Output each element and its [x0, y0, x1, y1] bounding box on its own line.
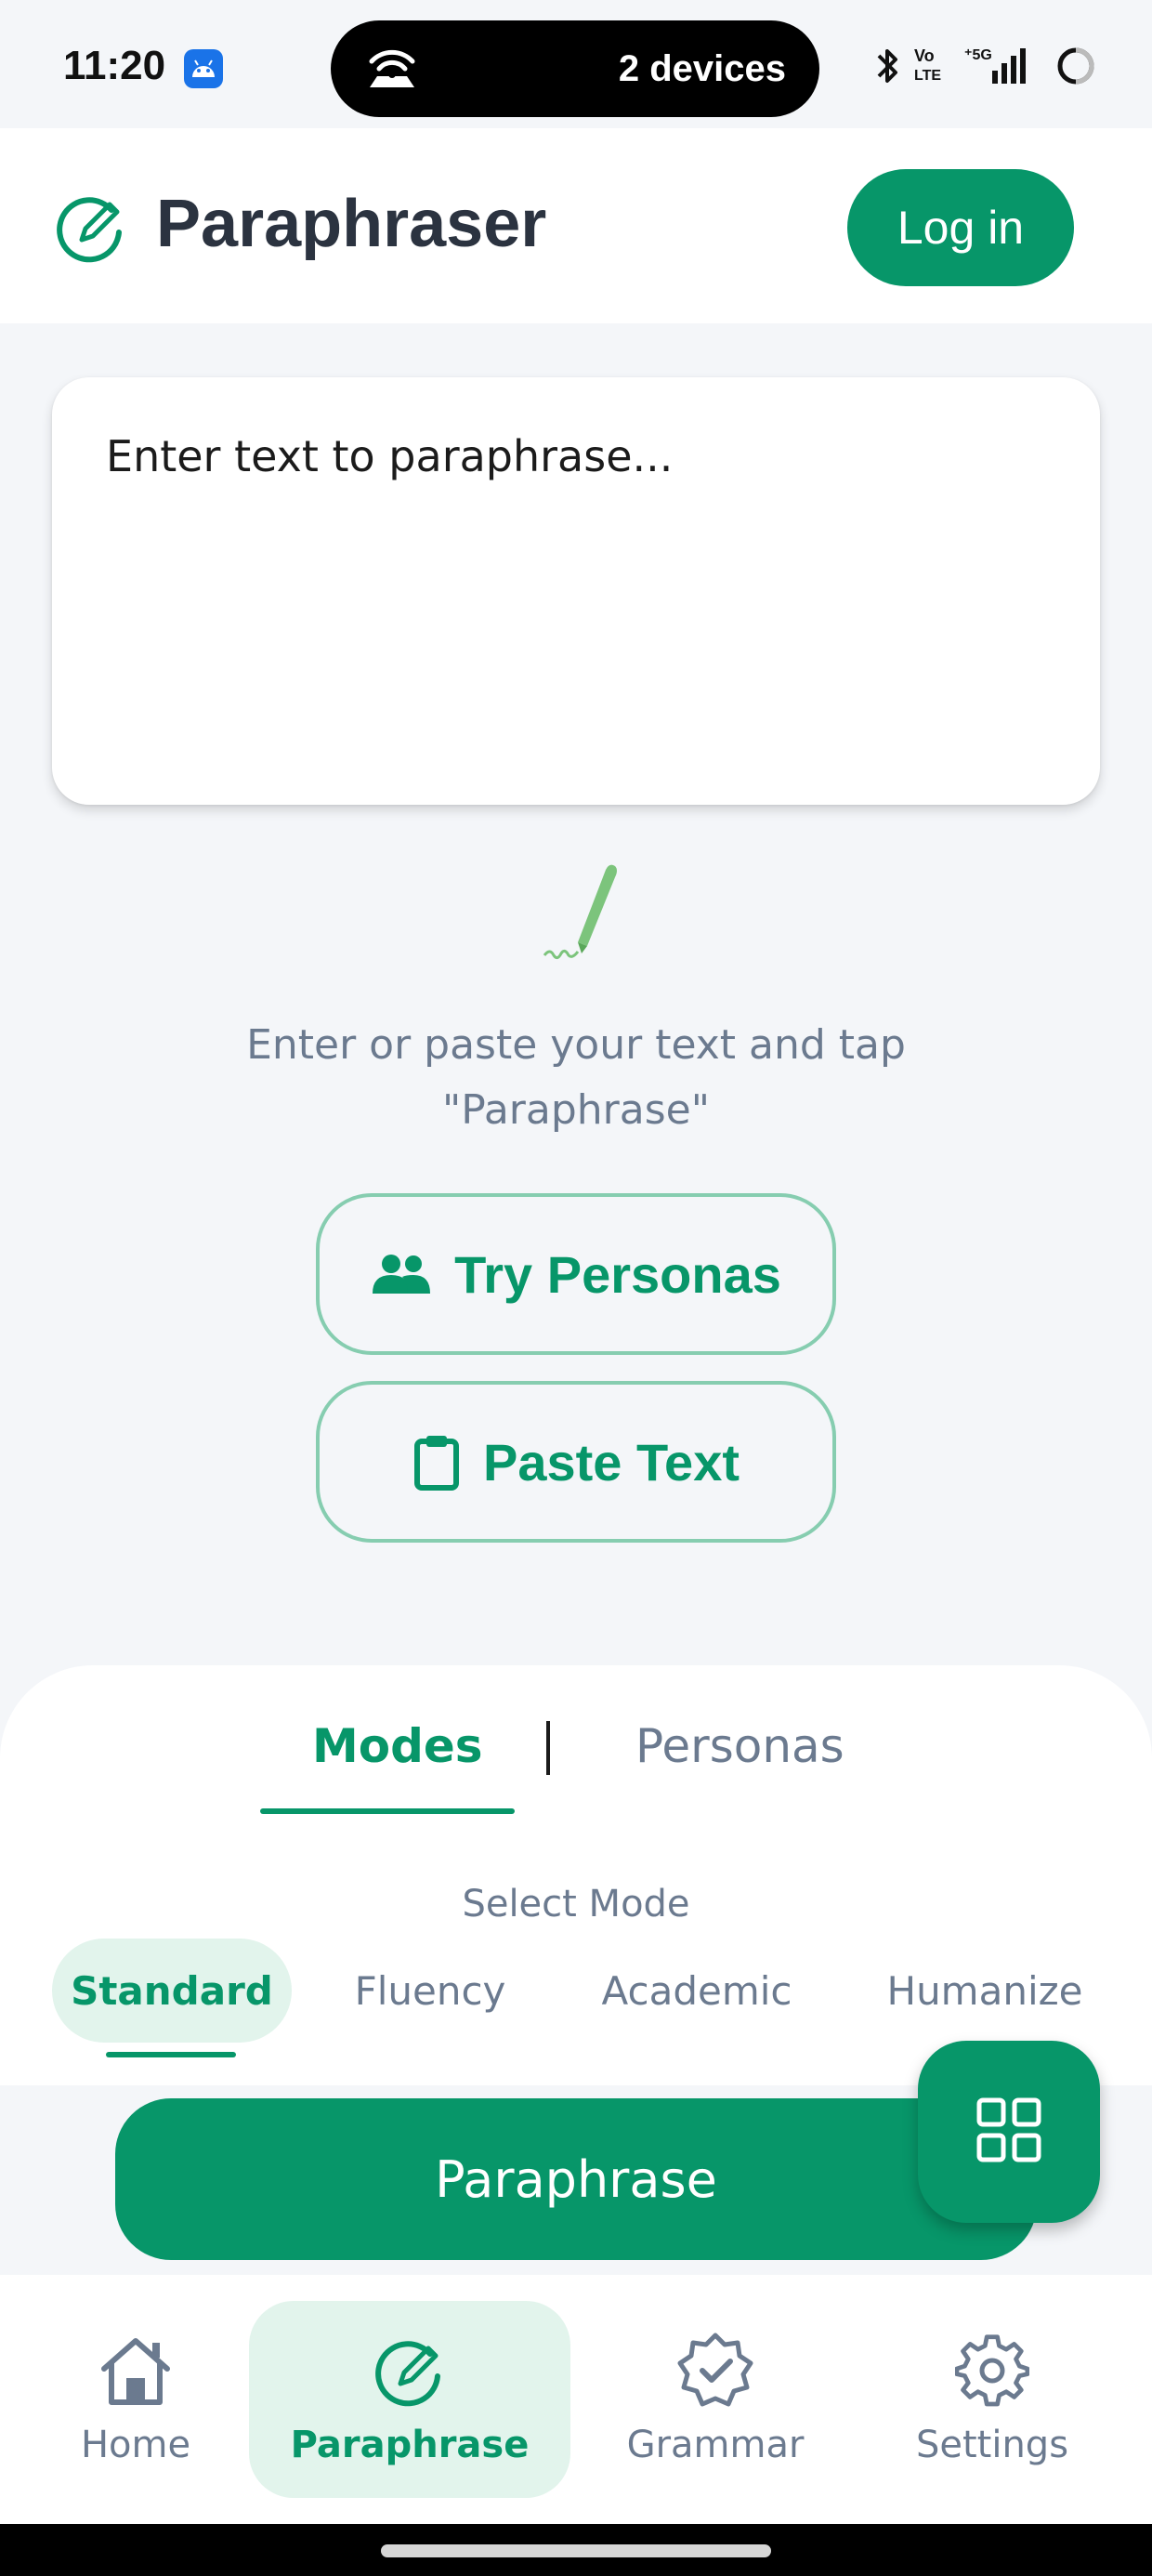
paste-text-label: Paste Text — [483, 1432, 740, 1492]
text-input-card — [52, 377, 1100, 805]
gear-icon — [955, 2329, 1029, 2412]
hotspot-icon — [364, 45, 420, 98]
nav-paraphrase[interactable]: Paraphrase — [249, 2301, 570, 2498]
try-personas-label: Try Personas — [454, 1244, 781, 1304]
gesture-handle[interactable] — [381, 2544, 771, 2557]
mode-humanize[interactable]: Humanize — [873, 1939, 1096, 2043]
signal-5g-icon: ⁺5G — [964, 47, 1026, 84]
app-header: Paraphraser Log in — [0, 128, 1152, 323]
battery-icon — [1057, 47, 1094, 85]
login-button[interactable]: Log in — [847, 169, 1074, 286]
nav-settings-label: Settings — [915, 2424, 1069, 2466]
nav-paraphrase-label: Paraphrase — [290, 2424, 530, 2466]
nav-home[interactable]: Home — [33, 2301, 238, 2498]
empty-state-hint: Enter or paste your text and tap "Paraph… — [246, 1021, 906, 1134]
pen-illustration-icon — [541, 859, 624, 966]
try-personas-button[interactable]: Try Personas — [316, 1193, 836, 1355]
paste-text-button[interactable]: Paste Text — [316, 1381, 836, 1543]
volte-icon: Vo LTE — [914, 46, 941, 84]
svg-text:LTE: LTE — [914, 68, 941, 84]
home-icon — [97, 2329, 175, 2412]
grammar-check-icon — [676, 2329, 754, 2412]
active-mode-indicator — [106, 2052, 236, 2057]
select-mode-label: Select Mode — [462, 1883, 690, 1925]
status-bar: 11:20 2 devices Vo LTE ⁺5G — [0, 0, 1152, 128]
paraphrase-icon — [373, 2329, 447, 2412]
android-app-icon — [184, 49, 223, 88]
dynamic-island-pill[interactable]: 2 devices — [331, 20, 819, 117]
tab-divider — [546, 1721, 550, 1775]
system-gesture-bar — [0, 2524, 1152, 2576]
tab-personas[interactable]: Personas — [635, 1719, 844, 1773]
nav-grammar-label: Grammar — [626, 2424, 805, 2466]
clipboard-icon — [412, 1433, 461, 1491]
paraphrase-logo-icon — [54, 190, 128, 269]
modes-sheet: Modes Personas Select Mode Standard Flue… — [0, 1665, 1152, 2085]
status-icons: Vo LTE ⁺5G — [873, 43, 1106, 93]
active-tab-indicator — [260, 1808, 515, 1814]
grid-menu-button[interactable] — [918, 2041, 1100, 2223]
mode-standard[interactable]: Standard — [52, 1939, 292, 2043]
svg-text:⁺5G: ⁺5G — [964, 47, 992, 63]
paraphrase-button[interactable]: Paraphrase — [115, 2098, 1037, 2260]
grid-icon — [975, 2096, 1042, 2168]
tab-modes[interactable]: Modes — [312, 1719, 483, 1773]
mode-fluency[interactable]: Fluency — [334, 1939, 526, 2043]
nav-home-label: Home — [80, 2424, 191, 2466]
nav-settings[interactable]: Settings — [890, 2301, 1094, 2498]
bottom-navigation: Home Paraphrase Grammar Settings — [0, 2275, 1152, 2524]
devices-count: 2 devices — [618, 48, 786, 89]
status-time: 11:20 — [63, 43, 166, 88]
people-icon — [371, 1251, 432, 1297]
paraphrase-text-input[interactable] — [106, 431, 1044, 747]
bluetooth-icon — [877, 49, 897, 83]
nav-grammar[interactable]: Grammar — [613, 2301, 818, 2498]
svg-text:Vo: Vo — [914, 46, 935, 65]
app-title: Paraphraser — [156, 187, 547, 261]
mode-academic[interactable]: Academic — [585, 1939, 808, 2043]
